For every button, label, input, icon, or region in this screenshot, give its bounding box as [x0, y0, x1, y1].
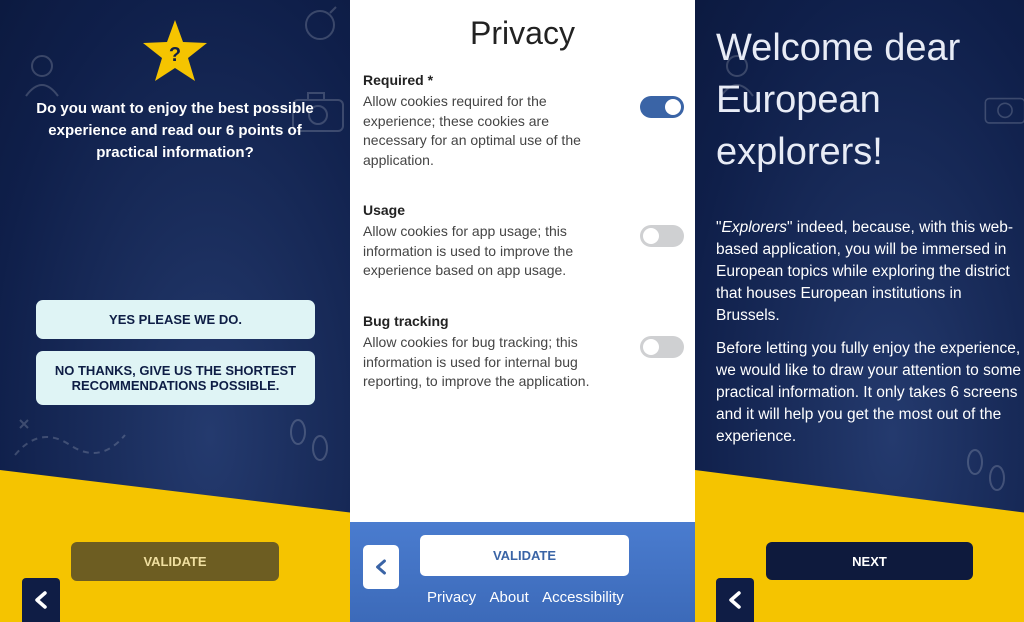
- required-cookies-toggle[interactable]: [640, 96, 684, 118]
- validate-button-disabled[interactable]: VALIDATE: [71, 542, 279, 581]
- privacy-option-usage: Usage Allow cookies for app usage; this …: [363, 202, 693, 281]
- footer-link-privacy[interactable]: Privacy: [427, 589, 476, 606]
- usage-cookies-toggle[interactable]: [640, 225, 684, 247]
- footer-link-about[interactable]: About: [490, 589, 529, 606]
- privacy-option-bug-tracking: Bug tracking Allow cookies for bug track…: [363, 313, 693, 392]
- validate-button[interactable]: VALIDATE: [420, 535, 629, 576]
- explorers-emphasis: Explorers: [721, 219, 787, 236]
- privacy-panel: Privacy Required * Allow cookies require…: [350, 0, 695, 622]
- chevron-left-icon: [35, 591, 47, 609]
- footer-link-accessibility[interactable]: Accessibility: [542, 589, 624, 606]
- option-title: Usage: [363, 202, 406, 218]
- welcome-paragraph-1: "Explorers" indeed, because, with this w…: [716, 219, 1014, 324]
- back-button[interactable]: [363, 545, 399, 589]
- welcome-title: Welcome dear European explorers!: [716, 27, 961, 173]
- onboarding-panel: ? Do you want to enjoy the best possible…: [0, 0, 350, 622]
- toggle-knob: [643, 228, 659, 244]
- onboarding-question: Do you want to enjoy the best possible e…: [36, 100, 314, 161]
- welcome-panel: Welcome dear European explorers! "Explor…: [695, 0, 1024, 622]
- page-title: Privacy: [470, 15, 575, 51]
- option-title: Bug tracking: [363, 313, 449, 329]
- back-button[interactable]: [716, 578, 754, 622]
- next-button[interactable]: NEXT: [766, 542, 973, 580]
- option-description: Allow cookies for app usage; this inform…: [363, 223, 574, 278]
- person-doodle-icon: [25, 55, 59, 97]
- star-icon: ?: [141, 18, 209, 84]
- toggle-knob: [643, 339, 659, 355]
- yes-button[interactable]: YES PLEASE WE DO.: [36, 300, 315, 339]
- welcome-paragraph-2: Before letting you fully enjoy the exper…: [716, 340, 1021, 445]
- pin-doodle-icon: [305, 6, 337, 40]
- map-doodle-icon: [14, 419, 126, 456]
- welcome-body: "Explorers" indeed, because, with this w…: [716, 217, 1022, 459]
- bug-tracking-cookies-toggle[interactable]: [640, 336, 684, 358]
- back-button[interactable]: [22, 578, 60, 622]
- chevron-left-icon: [729, 591, 741, 609]
- privacy-footer: VALIDATE Privacy About Accessibility: [350, 522, 695, 622]
- chevron-left-icon: [376, 559, 386, 575]
- footer-links: Privacy About Accessibility: [427, 589, 634, 606]
- privacy-option-required: Required * Allow cookies required for th…: [363, 72, 693, 170]
- star-question-mark: ?: [169, 44, 181, 66]
- toggle-knob: [665, 99, 681, 115]
- no-thanks-button[interactable]: NO THANKS, GIVE US THE SHORTEST RECOMMEN…: [36, 351, 315, 405]
- footprints-doodle-icon: [290, 419, 328, 461]
- option-description: Allow cookies for bug tracking; this inf…: [363, 334, 590, 389]
- option-title: Required *: [363, 72, 434, 88]
- option-description: Allow cookies required for the experienc…: [363, 93, 581, 168]
